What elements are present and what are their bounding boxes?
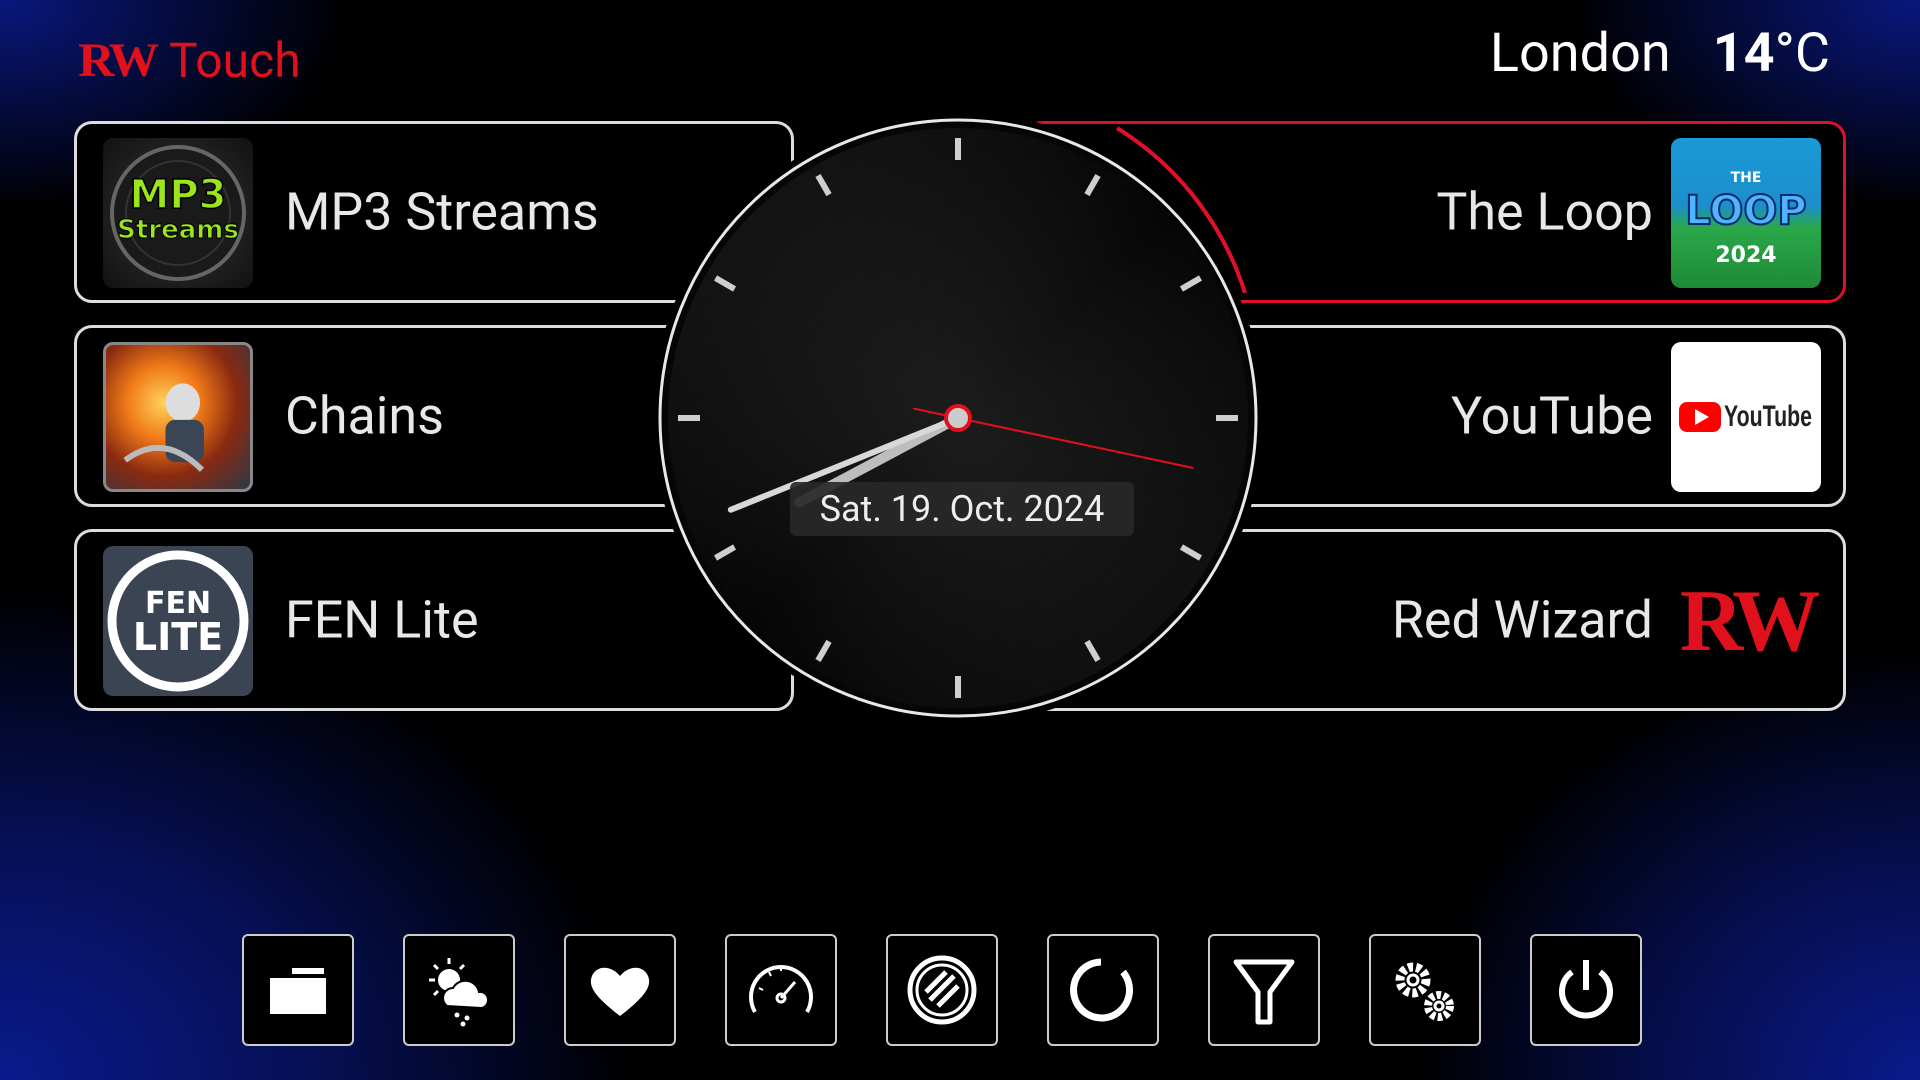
tile-chains[interactable]: Chains bbox=[74, 325, 694, 507]
weather-temperature: 14°C bbox=[1712, 22, 1830, 85]
mp3-streams-thumbnail: MP3 Streams bbox=[103, 138, 253, 288]
bottom-toolbar bbox=[242, 934, 1642, 1046]
red-wizard-logo: RW bbox=[1671, 546, 1821, 696]
refresh-circle-icon bbox=[1070, 958, 1133, 1022]
favourites-button[interactable] bbox=[564, 934, 676, 1046]
folder-icon bbox=[270, 968, 326, 1014]
trakt-button[interactable] bbox=[886, 934, 998, 1046]
svg-text:MP3: MP3 bbox=[130, 172, 227, 218]
brand-logo: RW bbox=[78, 33, 159, 87]
speedtest-button[interactable] bbox=[725, 934, 837, 1046]
red-wizard-logo-text: RW bbox=[1679, 572, 1820, 670]
mp3-streams-icon: MP3 Streams bbox=[110, 145, 246, 281]
chains-thumbnail bbox=[103, 342, 253, 492]
svg-text:Streams: Streams bbox=[117, 215, 239, 245]
weather-city: London bbox=[1489, 22, 1671, 85]
analog-clock bbox=[642, 112, 1274, 724]
the-loop-thumbnail: THE LOOP 2024 bbox=[1671, 138, 1821, 288]
weather-widget: London 14°C bbox=[1490, 22, 1830, 85]
brand-title: Touch bbox=[168, 31, 301, 89]
fen-lite-thumbnail: FEN LITE bbox=[103, 546, 253, 696]
weather-button[interactable] bbox=[403, 934, 515, 1046]
settings-button[interactable] bbox=[1369, 934, 1481, 1046]
tile-label: Chains bbox=[285, 385, 444, 447]
svg-text:THE: THE bbox=[1731, 170, 1762, 186]
clock-date: Sat. 19. Oct. 2024 bbox=[790, 482, 1134, 536]
filter-button[interactable] bbox=[1208, 934, 1320, 1046]
trakt-icon bbox=[907, 955, 977, 1025]
svg-text:LOOP: LOOP bbox=[1685, 188, 1806, 234]
tile-label: FEN Lite bbox=[285, 589, 479, 651]
youtube-logo: YouTube bbox=[1679, 400, 1812, 433]
tile-label: YouTube bbox=[1451, 385, 1653, 447]
the-loop-logo: THE LOOP 2024 bbox=[1684, 170, 1807, 268]
chains-figure-icon bbox=[123, 383, 205, 472]
youtube-thumbnail: YouTube bbox=[1671, 342, 1821, 492]
tile-label: The Loop bbox=[1436, 181, 1653, 243]
tile-youtube[interactable]: YouTube YouTube bbox=[1220, 325, 1846, 507]
refresh-button[interactable] bbox=[1047, 934, 1159, 1046]
power-button[interactable] bbox=[1530, 934, 1642, 1046]
weather-icon bbox=[429, 958, 490, 1027]
fen-lite-logo: FEN LITE bbox=[107, 550, 249, 692]
gauge-icon bbox=[749, 965, 813, 1013]
power-icon bbox=[1559, 960, 1613, 1019]
brand: RW Touch bbox=[78, 30, 301, 90]
heart-icon bbox=[590, 967, 650, 1016]
gears-icon bbox=[1395, 962, 1454, 1021]
clock-center-hub bbox=[944, 404, 972, 432]
tile-label: MP3 Streams bbox=[285, 181, 599, 243]
tile-label: Red Wizard bbox=[1391, 589, 1653, 651]
filter-icon bbox=[1233, 959, 1295, 1025]
fen-logo-line2: LITE bbox=[133, 615, 223, 659]
svg-text:YouTube: YouTube bbox=[1724, 400, 1812, 433]
svg-text:2024: 2024 bbox=[1715, 243, 1776, 268]
folder-button[interactable] bbox=[242, 934, 354, 1046]
